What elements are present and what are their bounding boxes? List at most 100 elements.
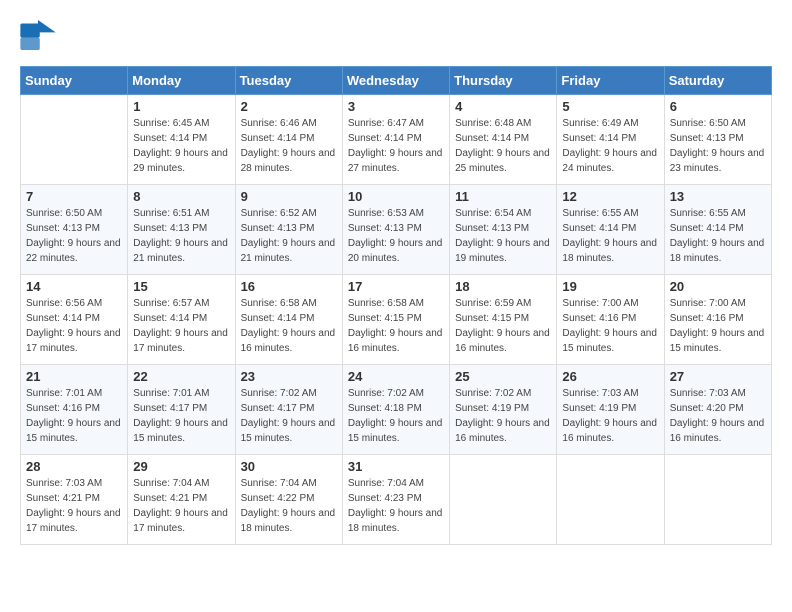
day-number: 4 (455, 99, 551, 114)
sunset-label: Sunset: 4:17 PM (241, 403, 315, 414)
day-info: Sunrise: 6:54 AMSunset: 4:13 PMDaylight:… (455, 206, 551, 266)
calendar-cell: 24 Sunrise: 7:02 AMSunset: 4:18 PMDayligh… (342, 365, 449, 455)
daylight-label: Daylight: 9 hours and 24 minutes. (562, 148, 657, 174)
daylight-label: Daylight: 9 hours and 15 minutes. (562, 328, 657, 354)
calendar-cell: 29Sunrise: 7:04 AMSunset: 4:21 PMDayligh… (128, 455, 235, 545)
day-number: 15 (133, 279, 229, 294)
daylight-label: Daylight: 9 hours and 17 minutes. (133, 508, 228, 534)
weekday-header-thursday: Thursday (450, 67, 557, 95)
day-info: Sunrise: 7:04 AMSunset: 4:22 PMDaylight:… (241, 476, 337, 536)
day-info: Sunrise: 7:02 AMSunset: 4:18 PMDaylight:… (348, 386, 444, 446)
day-number: 13 (670, 189, 766, 204)
calendar-cell: 3Sunrise: 6:47 AMSunset: 4:14 PMDaylight… (342, 95, 449, 185)
sunset-label: Sunset: 4:19 PM (562, 403, 636, 414)
day-info: Sunrise: 6:57 AMSunset: 4:14 PMDaylight:… (133, 296, 229, 356)
calendar-week-3: 14 Sunrise: 6:56 AM Sunset: 4:14 PM Dayligh… (21, 275, 772, 365)
sunrise-label: Sunrise: 7:02 AM (348, 388, 424, 399)
sunrise-label: Sunrise: 7:02 AM (455, 388, 531, 399)
sunset-label: Sunset: 4:13 PM (241, 223, 315, 234)
weekday-header-sunday: Sunday (21, 67, 128, 95)
calendar-cell: 10Sunrise: 6:53 AMSunset: 4:13 PMDayligh… (342, 185, 449, 275)
calendar-cell: 5Sunrise: 6:49 AMSunset: 4:14 PMDaylight… (557, 95, 664, 185)
day-number: 20 (670, 279, 766, 294)
daylight-label: Daylight: 9 hours and 16 minutes. (670, 418, 765, 444)
sunset-label: Sunset: 4:14 PM (455, 133, 529, 144)
sunset-label: Sunset: 4:13 PM (455, 223, 529, 234)
calendar-week-5: 28Sunrise: 7:03 AMSunset: 4:21 PMDayligh… (21, 455, 772, 545)
sunrise-label: Sunrise: 7:01 AM (26, 388, 102, 399)
sunrise-label: Sunrise: 6:58 AM (241, 298, 317, 309)
weekday-header-row: SundayMondayTuesdayWednesdayThursdayFrid… (21, 67, 772, 95)
calendar-cell: 23Sunrise: 7:02 AMSunset: 4:17 PMDayligh… (235, 365, 342, 455)
daylight-label: Daylight: 9 hours and 18 minutes. (241, 508, 336, 534)
day-number: 28 (26, 459, 122, 474)
calendar-cell: 27Sunrise: 7:03 AMSunset: 4:20 PMDayligh… (664, 365, 771, 455)
daylight-label: Daylight: 9 hours and 28 minutes. (241, 148, 336, 174)
calendar-table: SundayMondayTuesdayWednesdayThursdayFrid… (20, 66, 772, 545)
sunset-label: Sunset: 4:14 PM (26, 313, 100, 324)
day-info: Sunrise: 7:04 AMSunset: 4:23 PMDaylight:… (348, 476, 444, 536)
calendar-cell: 28Sunrise: 7:03 AMSunset: 4:21 PMDayligh… (21, 455, 128, 545)
day-info: Sunrise: 6:56 AMSunset: 4:14 PMDaylight:… (26, 296, 122, 356)
calendar-cell: 17Sunrise: 6:58 AMSunset: 4:15 PMDayligh… (342, 275, 449, 365)
daylight-label: Daylight: 9 hours and 23 minutes. (670, 148, 765, 174)
weekday-header-monday: Monday (128, 67, 235, 95)
sunrise-label: Sunrise: 6:52 AM (241, 208, 317, 219)
daylight-label: Daylight: 9 hours and 21 minutes. (133, 238, 228, 264)
day-info: Sunrise: 7:01 AMSunset: 4:16 PMDaylight:… (26, 386, 122, 446)
day-number: 27 (670, 369, 766, 384)
sunrise-label: Sunrise: 6:55 AM (670, 208, 746, 219)
calendar-cell (664, 455, 771, 545)
day-number: 30 (241, 459, 337, 474)
sunset-label: Sunset: 4:14 PM (562, 223, 636, 234)
day-info: Sunrise: 6:50 AMSunset: 4:13 PMDaylight:… (26, 206, 122, 266)
sunrise-label: Sunrise: 6:53 AM (348, 208, 424, 219)
weekday-header-wednesday: Wednesday (342, 67, 449, 95)
sunset-label: Sunset: 4:13 PM (670, 133, 744, 144)
daylight-label: Daylight: 9 hours and 15 minutes. (133, 418, 228, 444)
calendar-cell: 21Sunrise: 7:01 AMSunset: 4:16 PMDayligh… (21, 365, 128, 455)
sunrise-label: Sunrise: 7:00 AM (670, 298, 746, 309)
sunrise-label: Sunrise: 6:56 AM (26, 298, 102, 309)
day-info: Sunrise: 6:45 AMSunset: 4:14 PMDaylight:… (133, 116, 229, 176)
sunset-label: Sunset: 4:15 PM (455, 313, 529, 324)
sunset-label: Sunset: 4:13 PM (26, 223, 100, 234)
daylight-label: Daylight: 9 hours and 18 minutes. (562, 238, 657, 264)
daylight-label: Daylight: 9 hours and 18 minutes. (348, 508, 443, 534)
daylight-label: Daylight: 9 hours and 15 minutes. (26, 418, 121, 444)
day-number: 24 (348, 369, 444, 384)
day-info: Sunrise: 7:02 AMSunset: 4:19 PMDaylight:… (455, 386, 551, 446)
page-header (20, 20, 772, 50)
calendar-cell: 9 Sunrise: 6:52 AM Sunset: 4:13 PM Daylight… (235, 185, 342, 275)
sunset-label: Sunset: 4:21 PM (26, 493, 100, 504)
weekday-header-saturday: Saturday (664, 67, 771, 95)
daylight-label: Daylight: 9 hours and 18 minutes. (670, 238, 765, 264)
calendar-cell (450, 455, 557, 545)
day-number: 8 (133, 189, 229, 204)
day-number: 26 (562, 369, 658, 384)
day-number: 19 (562, 279, 658, 294)
sunset-label: Sunset: 4:14 PM (348, 133, 422, 144)
day-info: Sunrise: 6:48 AMSunset: 4:14 PMDaylight:… (455, 116, 551, 176)
daylight-label: Daylight: 9 hours and 21 minutes. (241, 238, 336, 264)
daylight-label: Daylight: 9 hours and 16 minutes. (348, 328, 443, 354)
sunrise-label: Sunrise: 6:49 AM (562, 118, 638, 129)
calendar-cell: 20Sunrise: 7:00 AMSunset: 4:16 PMDayligh… (664, 275, 771, 365)
daylight-label: Daylight: 9 hours and 15 minutes. (348, 418, 443, 444)
calendar-cell: 13Sunrise: 6:55 AMSunset: 4:14 PMDayligh… (664, 185, 771, 275)
calendar-cell: 19 Sunrise: 7:00 AMSunset: 4:16 PMDayligh… (557, 275, 664, 365)
calendar-cell: 8Sunrise: 6:51 AMSunset: 4:13 PMDaylight… (128, 185, 235, 275)
day-number: 7 (26, 189, 122, 204)
day-number: 31 (348, 459, 444, 474)
sunset-label: Sunset: 4:22 PM (241, 493, 315, 504)
day-number: 11 (455, 189, 551, 204)
day-number: 18 (455, 279, 551, 294)
day-number: 9 (241, 189, 337, 204)
day-info: Sunrise: 7:00 AMSunset: 4:16 PMDaylight:… (562, 296, 658, 356)
sunrise-label: Sunrise: 7:04 AM (133, 478, 209, 489)
weekday-header-tuesday: Tuesday (235, 67, 342, 95)
calendar-cell: 15 Sunrise: 6:57 AMSunset: 4:14 PMDayligh… (128, 275, 235, 365)
sunrise-label: Sunrise: 6:55 AM (562, 208, 638, 219)
day-info: Sunrise: 6:47 AMSunset: 4:14 PMDaylight:… (348, 116, 444, 176)
day-number: 14 (26, 279, 122, 294)
